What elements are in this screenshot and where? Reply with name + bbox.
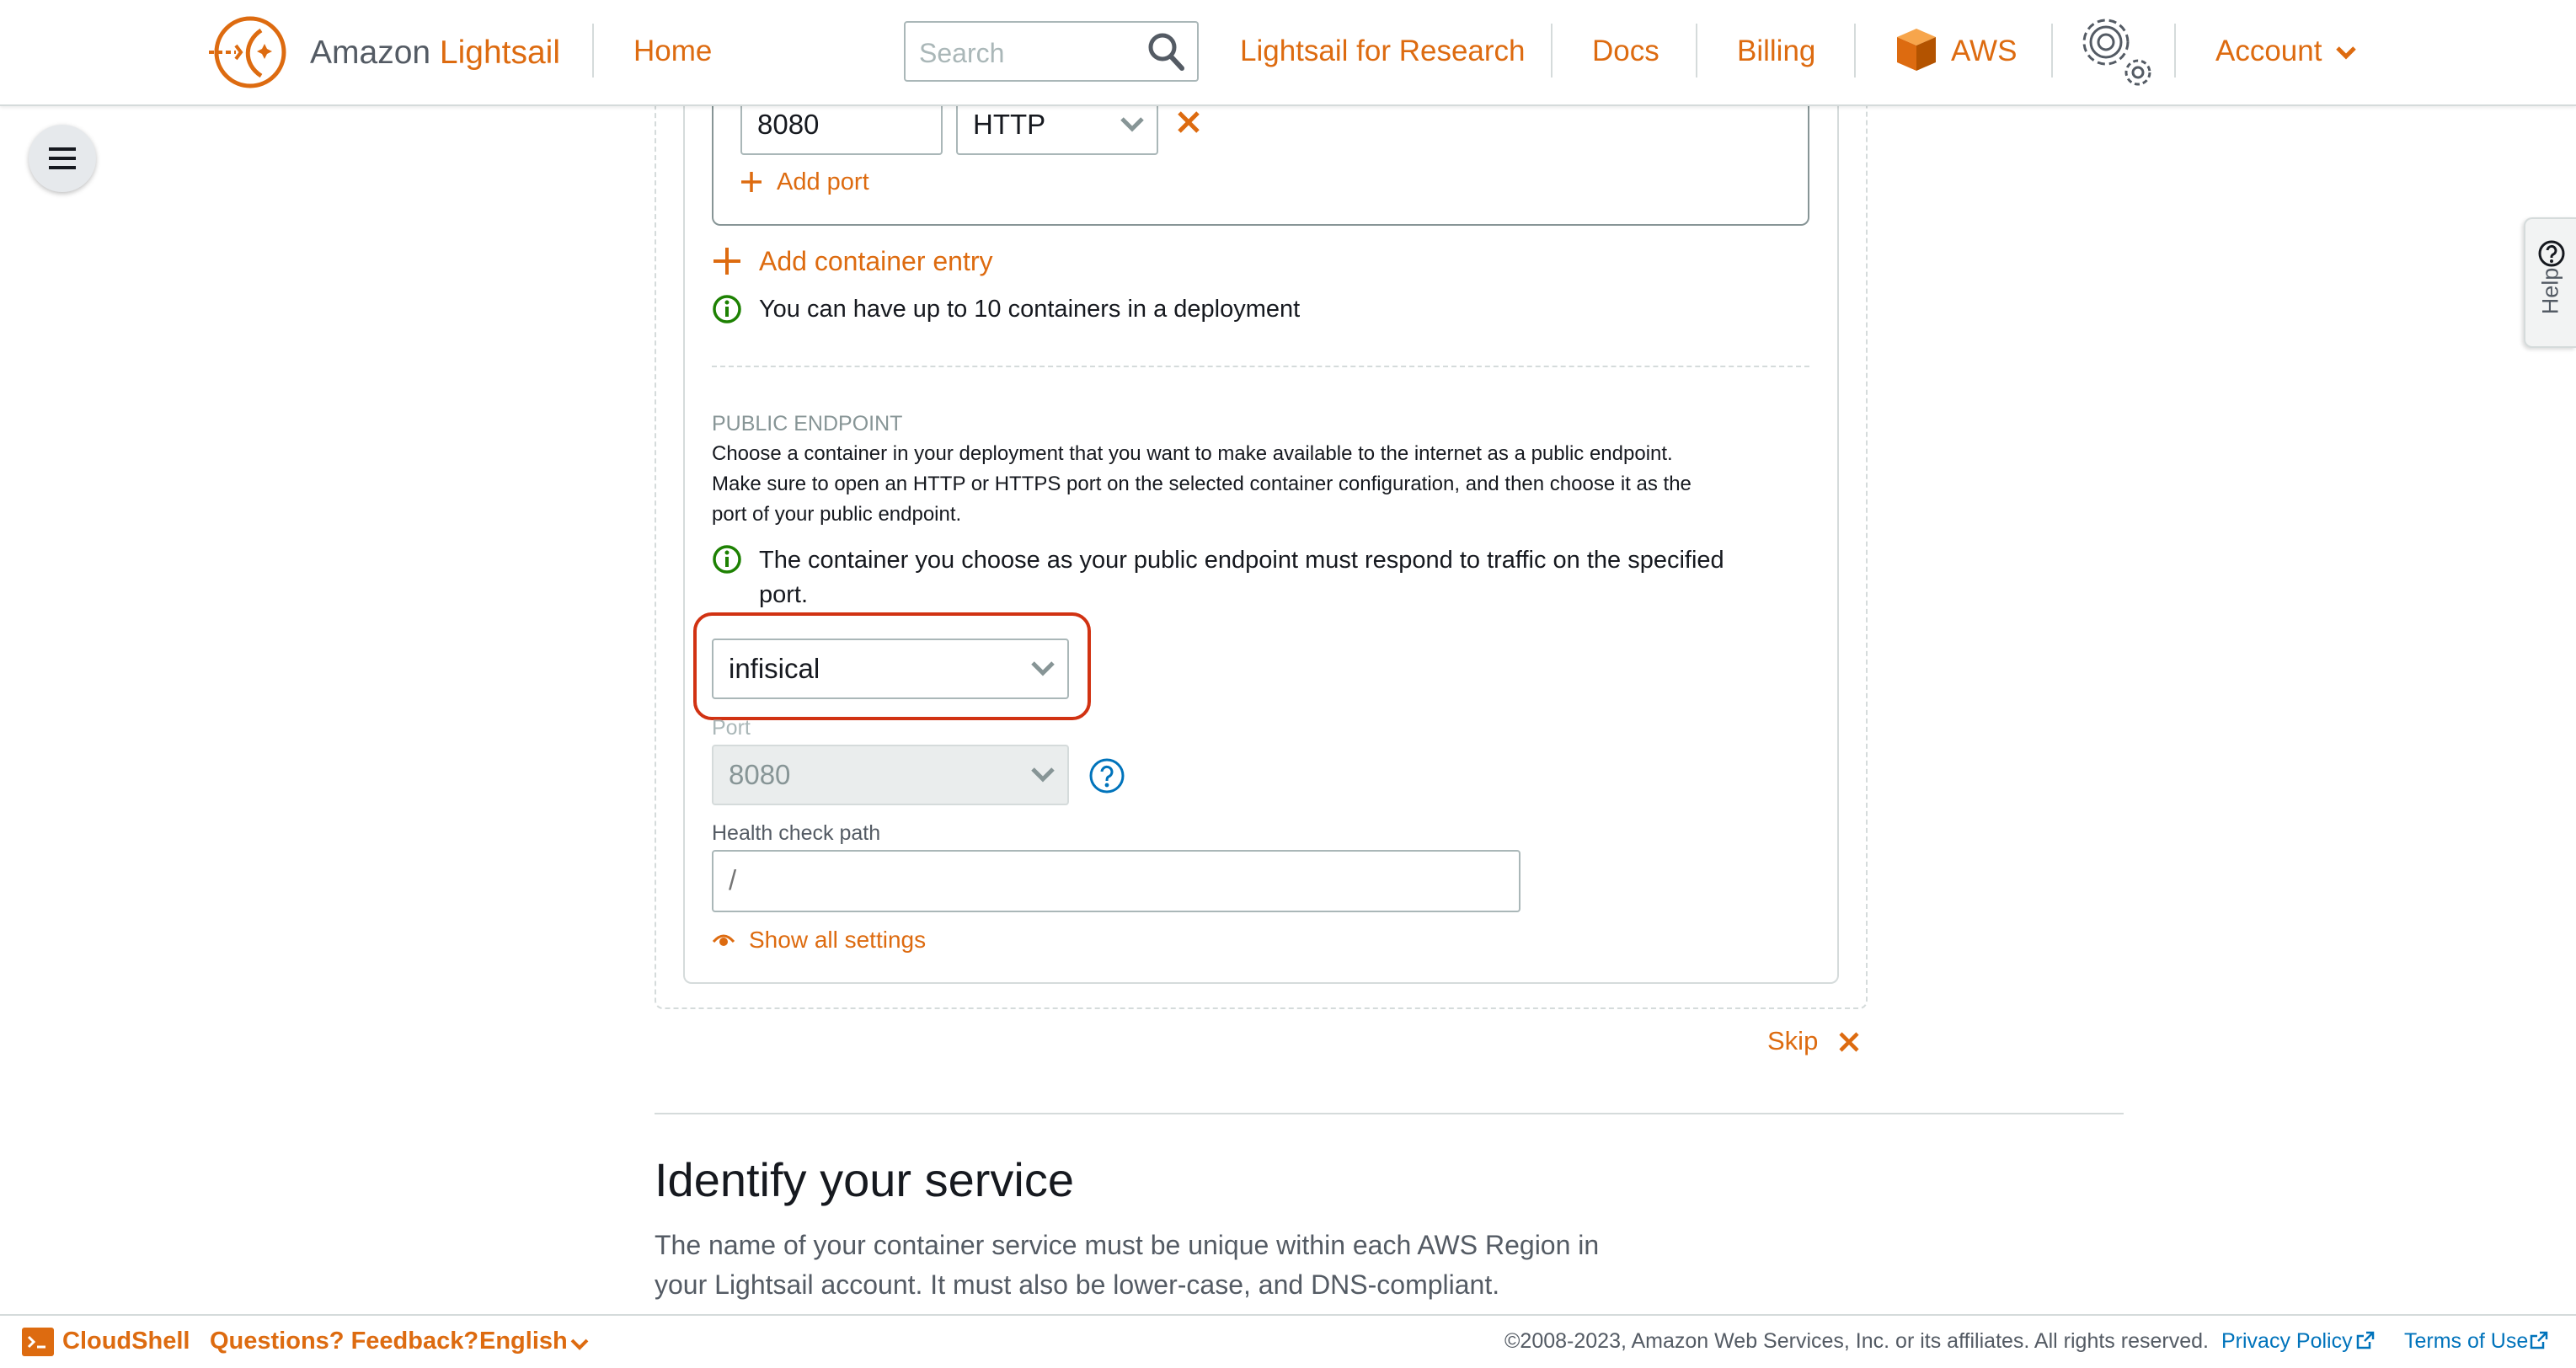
section-divider <box>712 366 1809 367</box>
nav-research-link[interactable]: Lightsail for Research <box>1240 30 1526 72</box>
health-check-label: Health check path <box>712 821 881 845</box>
cloudshell-link[interactable]: CloudShell <box>62 1324 190 1358</box>
port-label: Port <box>712 716 751 740</box>
close-icon <box>1839 1032 1859 1052</box>
port-select-value: 8080 <box>729 759 791 790</box>
info-icon <box>713 545 741 574</box>
feedback-link[interactable]: Questions? Feedback? <box>210 1324 478 1358</box>
public-endpoint-info-line1: The container you choose as your public … <box>759 547 1724 574</box>
chevron-down-icon <box>1031 661 1055 676</box>
health-check-path-input[interactable] <box>729 852 1487 909</box>
footer-bar: CloudShell Questions? Feedback? English … <box>0 1314 2576 1368</box>
public-endpoint-desc-line1: Choose a container in your deployment th… <box>712 442 1673 465</box>
copyright-text: ©2008-2023, Amazon Web Services, Inc. or… <box>1504 1329 2209 1353</box>
external-link-icon <box>2530 1331 2548 1349</box>
info-icon <box>713 295 741 323</box>
search-icon[interactable] <box>1146 31 1185 72</box>
chevron-down-icon[interactable] <box>2335 45 2357 61</box>
add-container-entry-label: Add container entry <box>759 246 993 276</box>
nav-divider <box>592 24 594 77</box>
public-endpoint-desc-line2: Make sure to open an HTTP or HTTPS port … <box>712 473 1692 495</box>
show-all-settings-label: Show all settings <box>749 927 927 953</box>
health-check-path-field[interactable] <box>712 850 1520 912</box>
search-input[interactable] <box>917 35 1140 72</box>
nav-divider <box>2174 24 2176 77</box>
terms-of-use-link[interactable]: Terms of Use <box>2404 1326 2528 1356</box>
add-port-label: Add port <box>777 168 869 195</box>
identify-service-title: Identify your service <box>655 1153 1074 1206</box>
language-label: English <box>479 1328 568 1355</box>
plus-icon <box>741 172 762 192</box>
plus-icon <box>713 248 740 275</box>
language-selector[interactable]: English <box>479 1324 568 1358</box>
nav-docs-link[interactable]: Docs <box>1592 30 1659 72</box>
identify-service-desc-line2: your Lightsail account. It must also be … <box>655 1269 1500 1300</box>
aws-box-icon[interactable] <box>1894 25 1939 74</box>
hamburger-icon <box>49 147 76 169</box>
top-nav-bar: Amazon Lightsail Home Lightsail for Rese… <box>0 0 2576 106</box>
external-link-icon <box>2356 1331 2375 1349</box>
section-divider <box>655 1113 2124 1114</box>
nav-divider <box>1551 24 1553 77</box>
help-question-icon <box>2538 240 2565 267</box>
nav-divider <box>1696 24 1697 77</box>
settings-gear-icon[interactable] <box>2072 10 2156 89</box>
search-field[interactable] <box>904 21 1199 82</box>
public-endpoint-info-line2: port. <box>759 581 809 608</box>
nav-divider <box>2051 24 2053 77</box>
chevron-down-icon <box>1031 767 1055 783</box>
cloudshell-icon[interactable] <box>22 1328 54 1356</box>
public-endpoint-container-select[interactable]: infisical <box>712 639 1069 699</box>
public-endpoint-desc-line3: port of your public endpoint. <box>712 503 962 526</box>
protocol-value: HTTP <box>973 109 1046 140</box>
container-select-value: infisical <box>729 653 820 684</box>
port-help-icon[interactable] <box>1088 757 1125 794</box>
lightsail-logo-icon[interactable] <box>202 12 295 93</box>
container-limit-info: You can have up to 10 containers in a de… <box>759 296 1301 323</box>
help-label: Help <box>2537 267 2563 315</box>
chevron-down-icon <box>1120 117 1144 132</box>
brand-name[interactable]: Amazon Lightsail <box>310 32 560 74</box>
account-menu[interactable]: Account <box>2215 30 2322 72</box>
public-endpoint-heading: PUBLIC ENDPOINT <box>712 412 903 436</box>
identify-service-desc-line1: The name of your container service must … <box>655 1230 1600 1260</box>
skip-label: Skip <box>1767 1026 1819 1055</box>
nav-divider <box>1854 24 1856 77</box>
remove-port-icon[interactable] <box>1176 110 1201 135</box>
help-tab[interactable]: Help <box>2524 217 2576 348</box>
privacy-policy-link[interactable]: Privacy Policy <box>2221 1326 2353 1356</box>
nav-home-link[interactable]: Home <box>633 30 712 72</box>
public-endpoint-port-select[interactable]: 8080 <box>712 745 1069 805</box>
hamburger-menu-button[interactable] <box>29 125 96 192</box>
nav-aws-link[interactable]: AWS <box>1951 30 2017 72</box>
chevron-down-icon[interactable] <box>569 1338 590 1351</box>
nav-billing-link[interactable]: Billing <box>1737 30 1815 72</box>
eye-icon <box>712 934 735 946</box>
